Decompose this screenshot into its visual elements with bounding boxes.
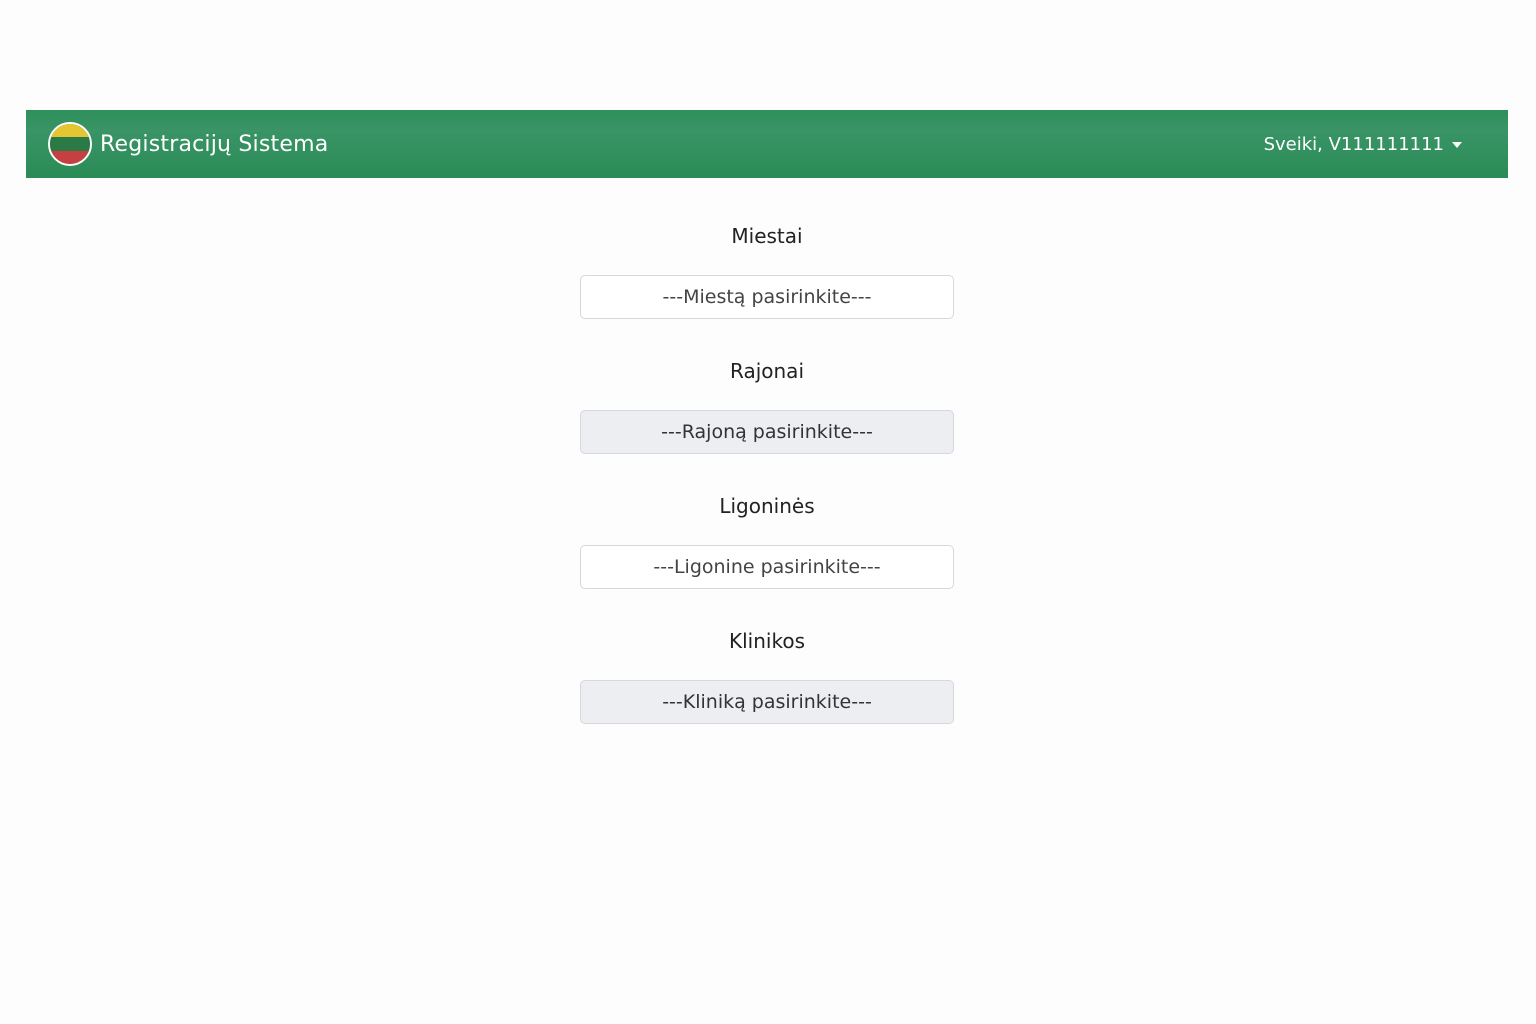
hospitals-label: Ligoninės <box>719 494 815 518</box>
location-selection-form: Miestai ---Miestą pasirinkite--- Rajonai… <box>580 210 954 750</box>
city-select[interactable]: ---Miestą pasirinkite--- <box>580 275 954 319</box>
top-navbar: Registracijų Sistema Sveiki, V111111111 <box>26 110 1508 178</box>
user-dropdown-toggle[interactable]: Sveiki, V111111111 <box>1264 134 1462 155</box>
clinics-label: Klinikos <box>729 629 805 653</box>
cities-label: Miestai <box>731 224 803 248</box>
caret-down-icon <box>1452 142 1462 148</box>
district-select[interactable]: ---Rajoną pasirinkite--- <box>580 410 954 454</box>
hospital-select[interactable]: ---Ligonine pasirinkite--- <box>580 545 954 589</box>
user-greeting: Sveiki, V111111111 <box>1263 133 1444 155</box>
brand-link[interactable]: Registracijų Sistema <box>48 122 328 166</box>
clinic-select[interactable]: ---Kliniką pasirinkite--- <box>580 680 954 724</box>
brand-title: Registracijų Sistema <box>100 131 329 157</box>
districts-label: Rajonai <box>730 359 804 383</box>
lithuanian-flag-icon <box>48 122 92 166</box>
